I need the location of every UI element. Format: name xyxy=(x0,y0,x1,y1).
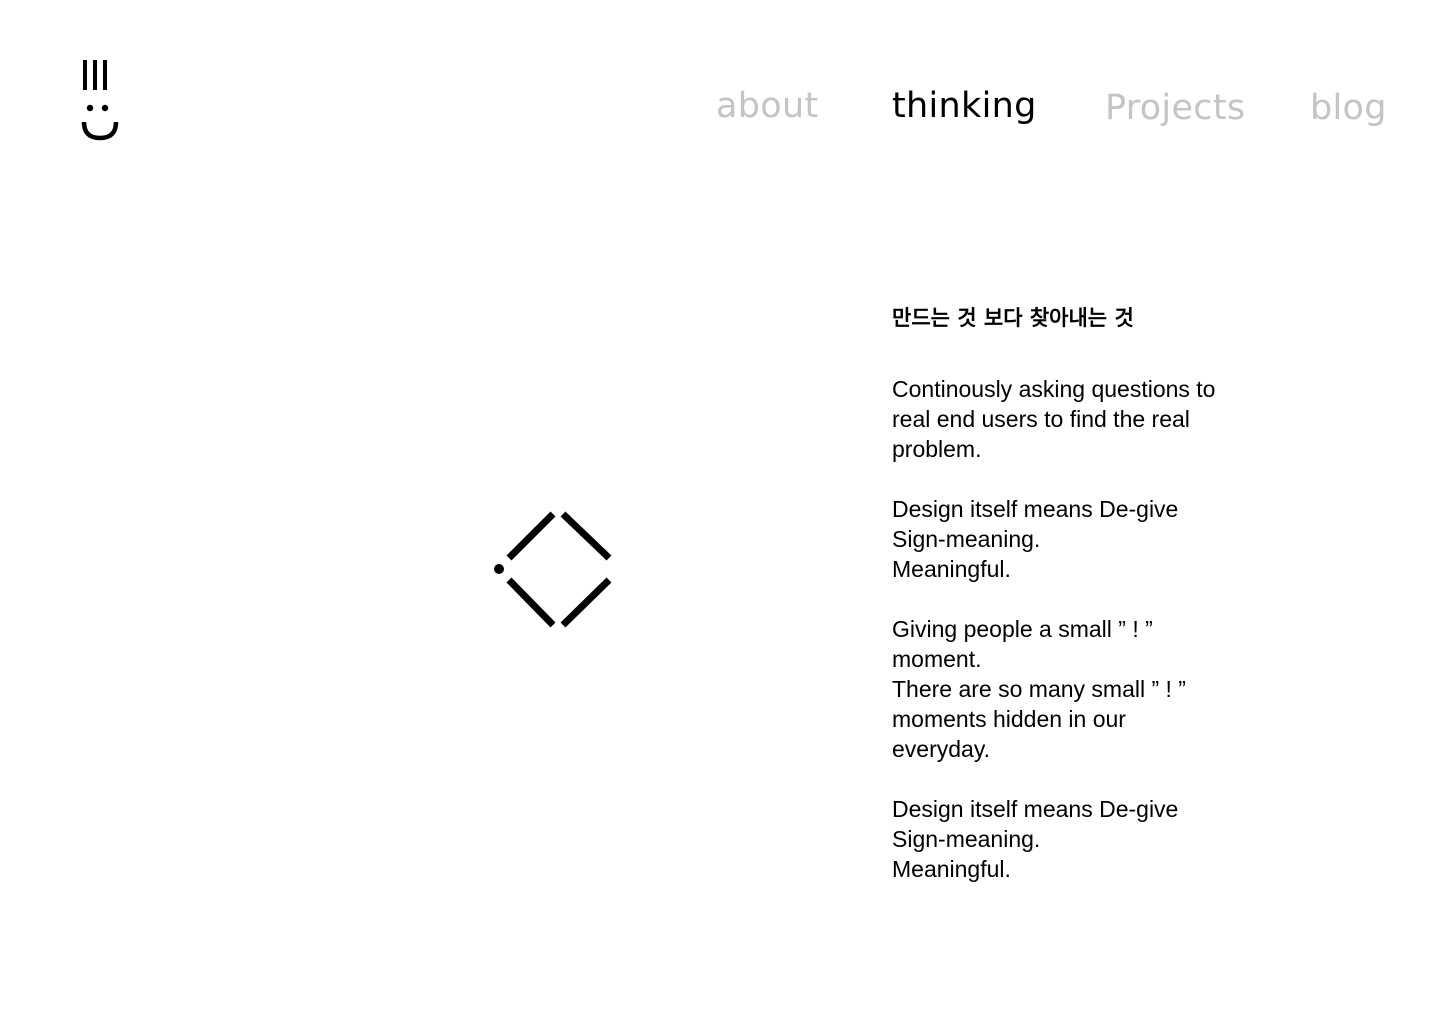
diamond-edge-bottom-left xyxy=(506,577,556,628)
main-nav: about thinking Projects blog xyxy=(0,86,1440,136)
paragraph-line: Continously asking questions to xyxy=(892,376,1216,402)
paragraph-line: everyday. xyxy=(892,736,991,762)
paragraph-line: Sign-meaning. xyxy=(892,526,1041,552)
paragraph-line: moments hidden in our xyxy=(892,706,1126,732)
diamond-dot xyxy=(494,564,504,574)
thinking-content: 만드는 것 보다 찾아내는 것 Continously asking quest… xyxy=(892,302,1252,914)
paragraph-questions: Continously asking questions to real end… xyxy=(892,374,1252,464)
nav-projects[interactable]: Projects xyxy=(1105,88,1245,128)
nav-blog[interactable]: blog xyxy=(1310,88,1387,128)
paragraph-design-meaning: Design itself means De-give Sign-meaning… xyxy=(892,494,1252,584)
paragraph-line: Design itself means De-give xyxy=(892,496,1179,522)
paragraph-line: real end users to find the real xyxy=(892,406,1190,432)
paragraph-line: moment. xyxy=(892,646,982,672)
paragraph-line: problem. xyxy=(892,436,982,462)
paragraph-line: Sign-meaning. xyxy=(892,826,1041,852)
paragraph-line: There are so many small ” ! ” xyxy=(892,676,1186,702)
thinking-heading: 만드는 것 보다 찾아내는 것 xyxy=(892,306,1134,330)
diamond-edge-bottom-right xyxy=(560,577,612,628)
paragraph-line: Giving people a small ” ! ” xyxy=(892,616,1153,642)
diamond-edge-top-left xyxy=(506,511,556,561)
nav-thinking[interactable]: thinking xyxy=(892,86,1037,126)
paragraph-line: Meaningful. xyxy=(892,856,1011,882)
paragraph-design-meaning-repeat: Design itself means De-give Sign-meaning… xyxy=(892,794,1252,884)
paragraph-small-moments: Giving people a small ” ! ” moment. Ther… xyxy=(892,614,1252,764)
paragraph-line: Design itself means De-give xyxy=(892,796,1179,822)
nav-about[interactable]: about xyxy=(716,86,818,126)
dotted-diamond-icon xyxy=(494,511,612,628)
paragraph-line: Meaningful. xyxy=(892,556,1011,582)
diamond-edge-top-right xyxy=(560,511,612,561)
